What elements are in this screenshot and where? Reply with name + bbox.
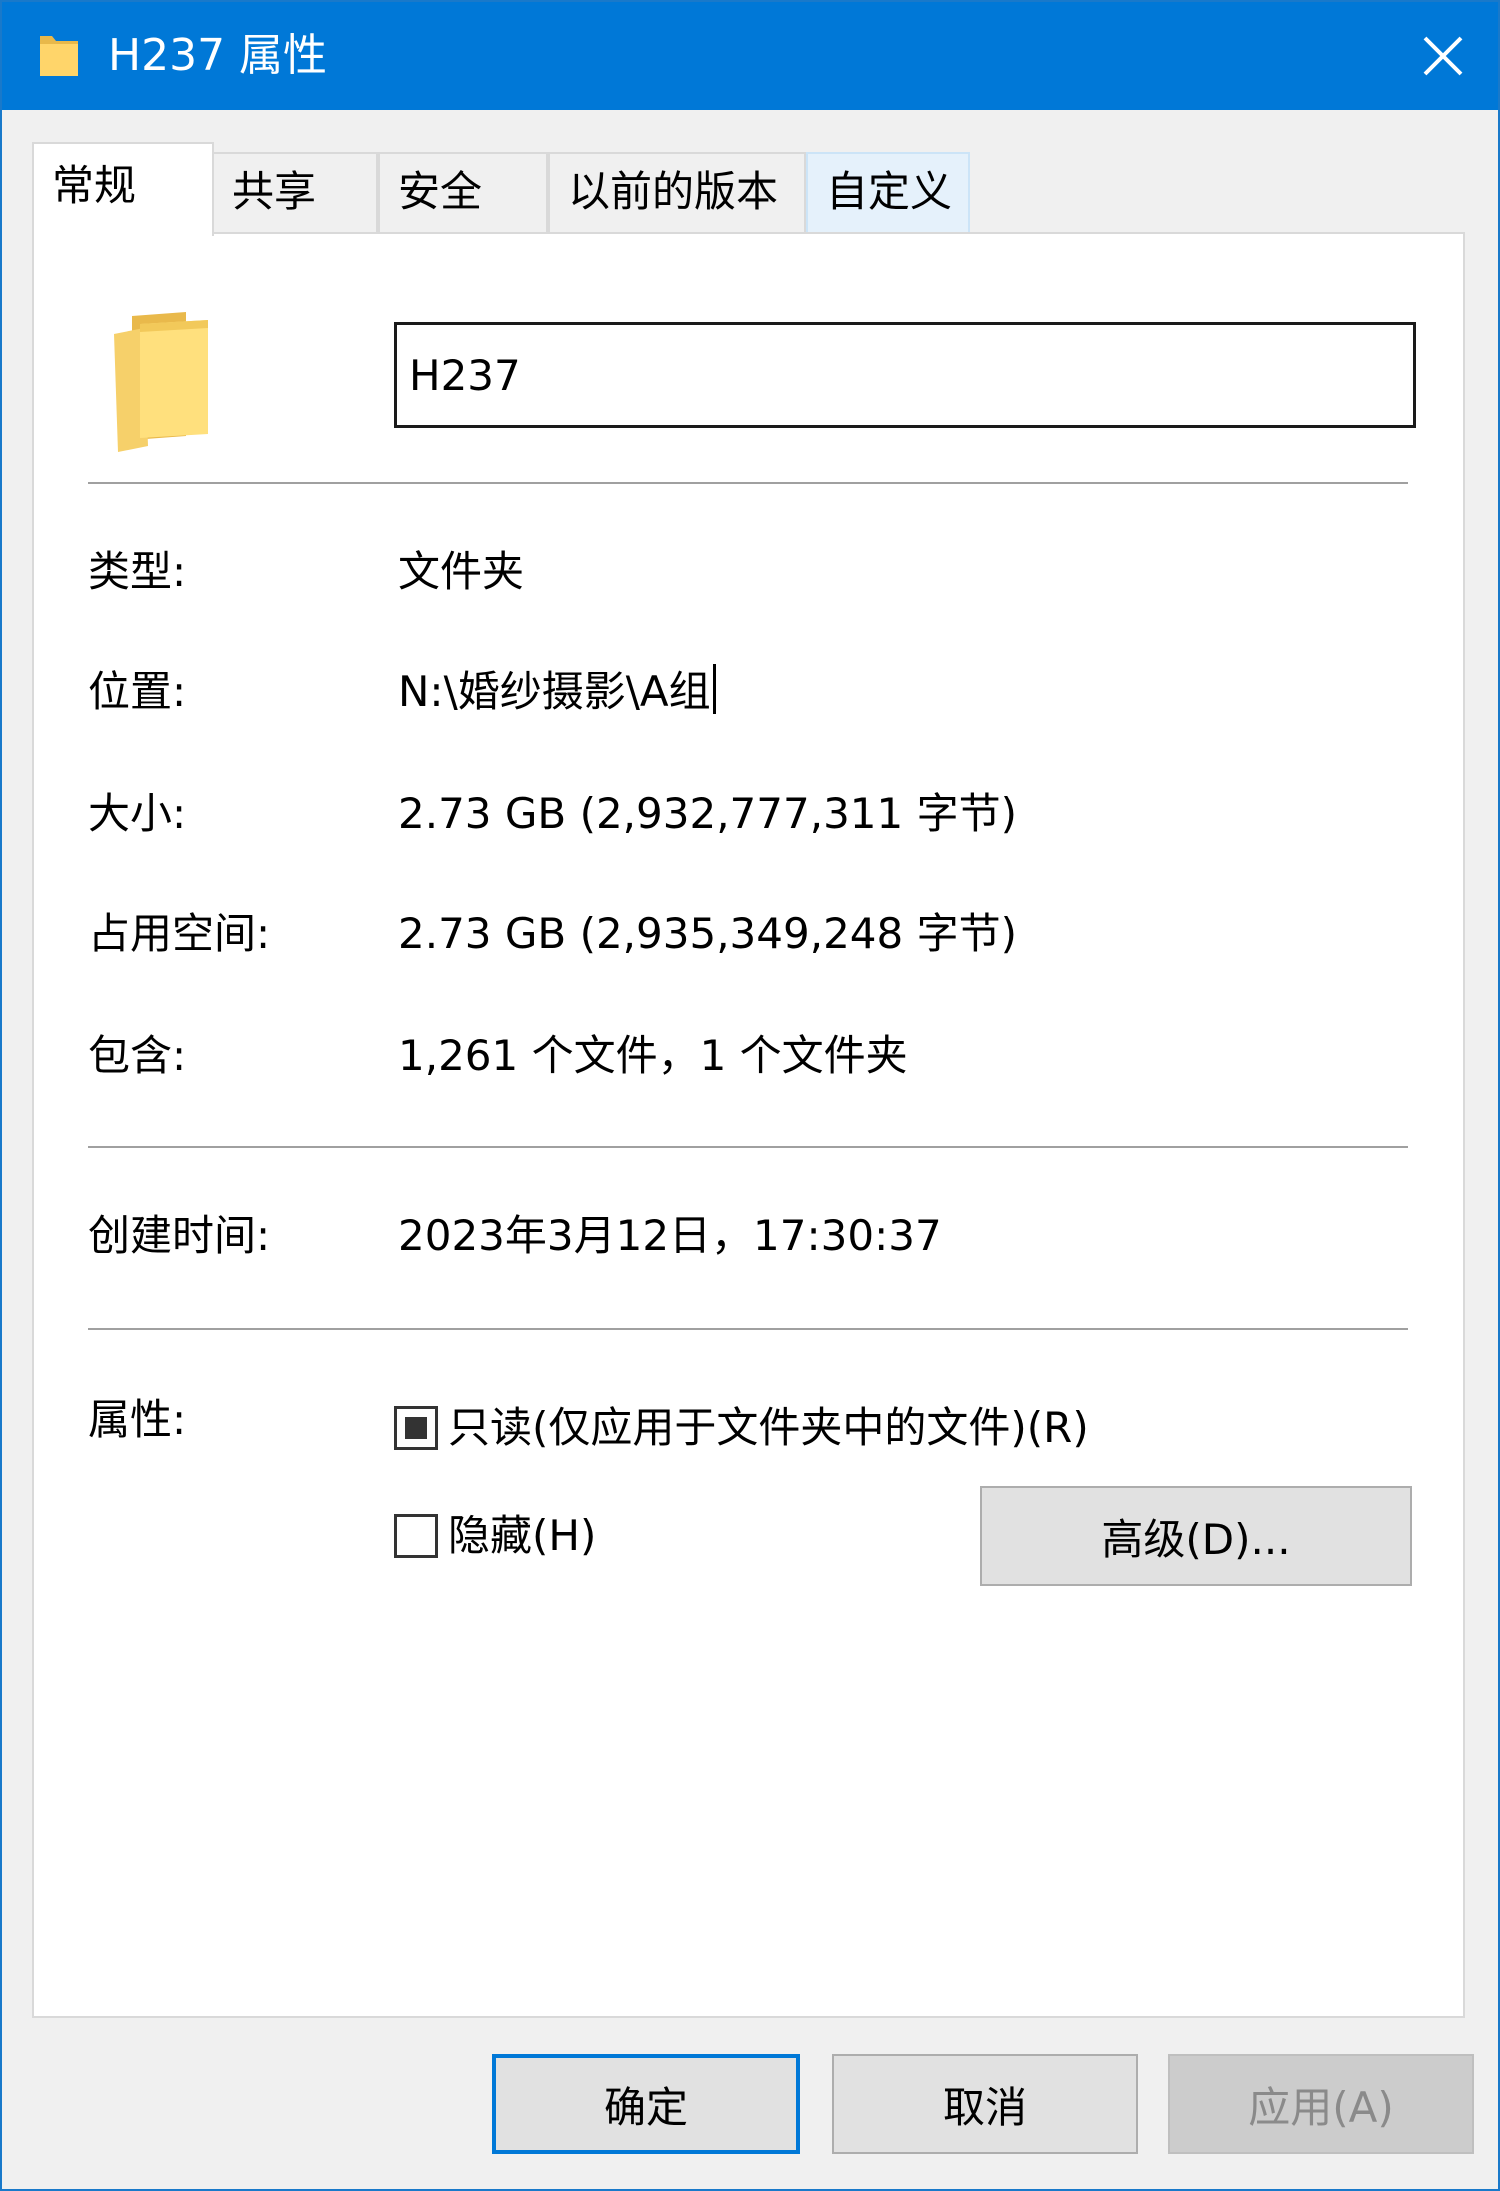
text-cursor <box>712 664 716 714</box>
folder-icon <box>38 32 80 80</box>
tab-previous-versions[interactable]: 以前的版本 <box>548 152 806 232</box>
divider <box>88 1146 1408 1148</box>
type-label: 类型: <box>88 547 187 596</box>
readonly-label[interactable]: 只读(仅应用于文件夹中的文件)(R) <box>448 1398 1089 1458</box>
location-label: 位置: <box>88 667 187 716</box>
tab-sharing[interactable]: 共享 <box>212 152 378 232</box>
size-label: 大小: <box>88 789 187 838</box>
hidden-label[interactable]: 隐藏(H) <box>448 1506 596 1566</box>
cancel-button[interactable]: 取消 <box>832 2054 1138 2154</box>
folder-icon <box>104 306 214 456</box>
hidden-checkbox[interactable] <box>394 1514 438 1558</box>
tab-customize[interactable]: 自定义 <box>806 152 970 232</box>
title-bar[interactable]: H237 属性 <box>2 2 1498 110</box>
size-on-disk-value: 2.73 GB (2,935,349,248 字节) <box>398 909 1017 958</box>
tab-security[interactable]: 安全 <box>378 152 548 232</box>
indeterminate-mark <box>405 1417 427 1439</box>
attributes-label: 属性: <box>88 1395 187 1444</box>
location-value[interactable]: N:\婚纱摄影\A组 <box>398 667 711 716</box>
tab-general[interactable]: 常规 <box>32 142 214 236</box>
divider <box>88 1328 1408 1330</box>
readonly-checkbox-row[interactable]: 只读(仅应用于文件夹中的文件)(R) <box>394 1398 1089 1458</box>
ok-button[interactable]: 确定 <box>492 2054 800 2154</box>
location-value-container[interactable]: N:\婚纱摄影\A组 <box>398 662 716 722</box>
contains-label: 包含: <box>88 1031 187 1080</box>
apply-button: 应用(A) <box>1168 2054 1474 2154</box>
close-icon <box>1423 36 1463 76</box>
created-label: 创建时间: <box>88 1211 271 1260</box>
hidden-checkbox-row[interactable]: 隐藏(H) <box>394 1506 596 1566</box>
contains-value: 1,261 个文件，1 个文件夹 <box>398 1031 908 1080</box>
folder-name-input[interactable] <box>394 322 1416 428</box>
created-value: 2023年3月12日，17:30:37 <box>398 1211 942 1260</box>
size-on-disk-label: 占用空间: <box>88 909 271 958</box>
close-button[interactable] <box>1388 2 1498 110</box>
properties-dialog: H237 属性 常规 共享 安全 以前的版本 自定义 类型: 文件夹 位置: N… <box>0 0 1500 2191</box>
size-value: 2.73 GB (2,932,777,311 字节) <box>398 789 1017 838</box>
general-tab-panel: 类型: 文件夹 位置: N:\婚纱摄影\A组 大小: 2.73 GB (2,93… <box>32 232 1465 2018</box>
divider <box>88 482 1408 484</box>
advanced-button[interactable]: 高级(D)... <box>980 1486 1412 1586</box>
type-value: 文件夹 <box>398 547 525 596</box>
readonly-checkbox[interactable] <box>394 1406 438 1450</box>
window-title: H237 属性 <box>108 30 328 81</box>
